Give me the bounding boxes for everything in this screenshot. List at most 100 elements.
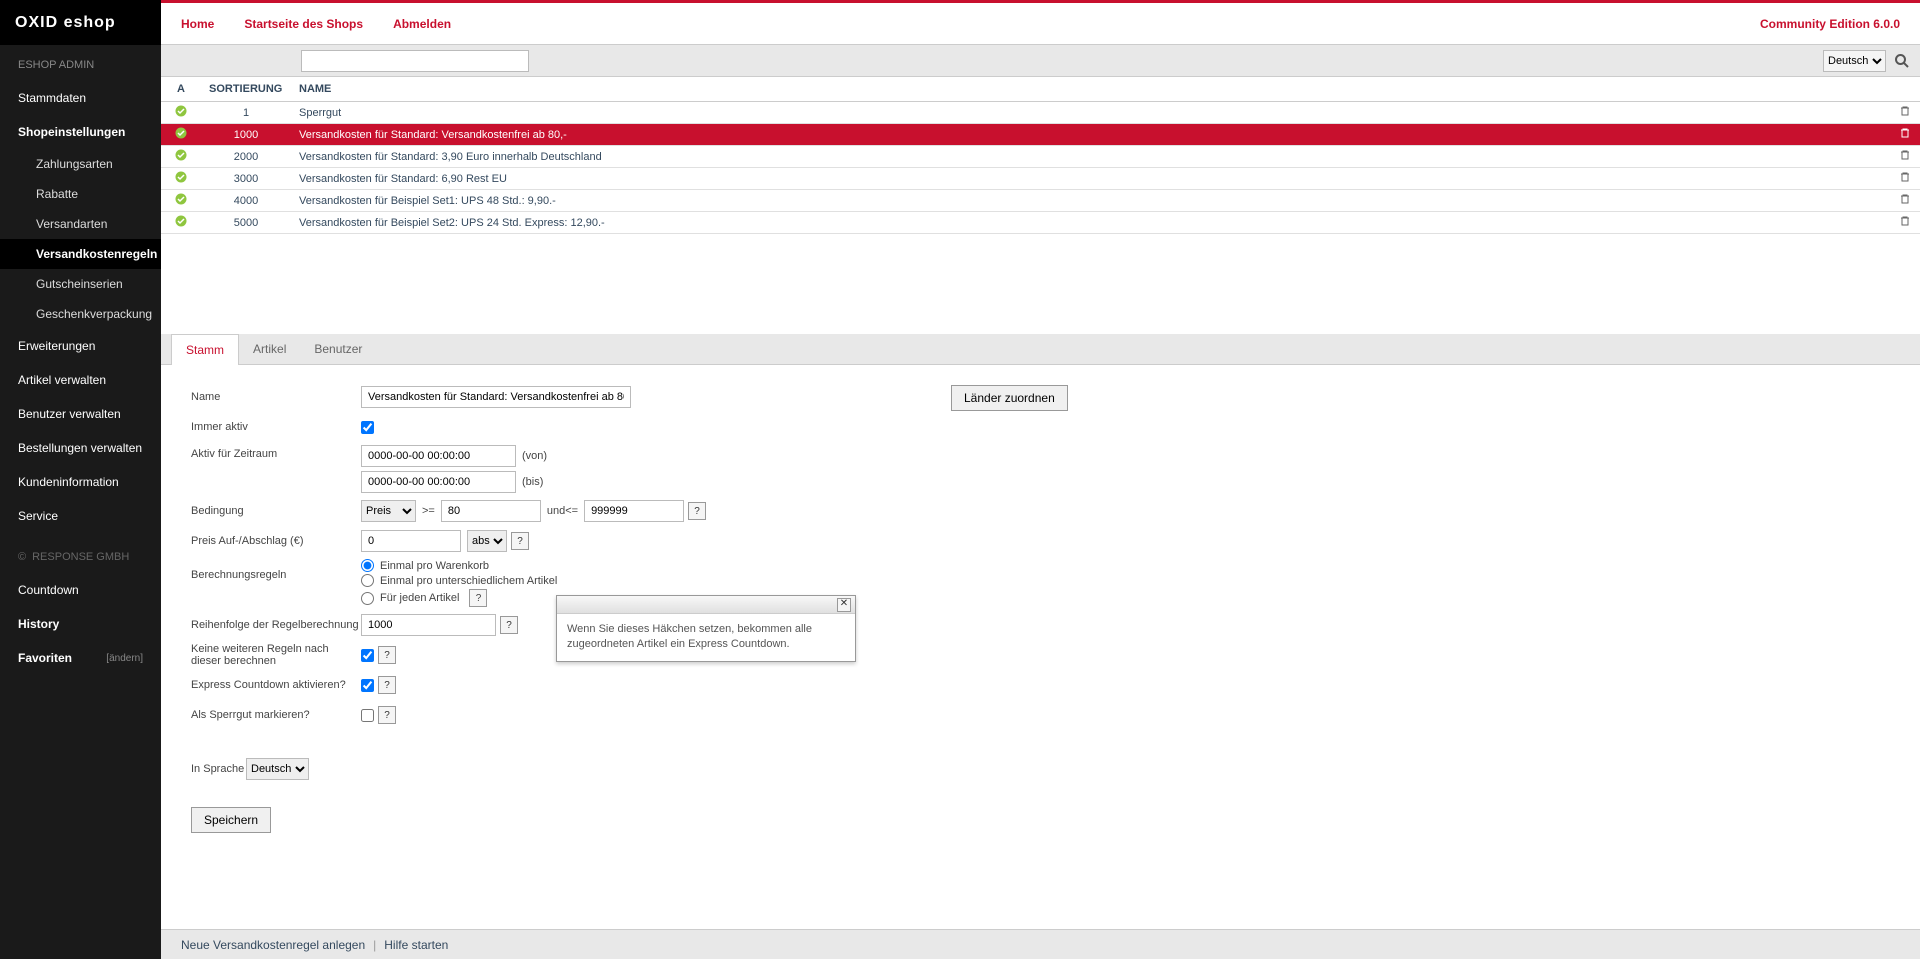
label-name: Name bbox=[191, 391, 361, 403]
tab-stamm[interactable]: Stamm bbox=[171, 334, 239, 365]
filter-name-input[interactable] bbox=[301, 50, 529, 72]
cell-name: Versandkosten für Beispiel Set1: UPS 48 … bbox=[291, 190, 1890, 212]
input-active-to[interactable] bbox=[361, 471, 516, 493]
assign-countries-button[interactable]: Länder zuordnen bbox=[951, 385, 1068, 411]
select-language[interactable]: Deutsch bbox=[246, 758, 309, 780]
tooltip-close-button[interactable]: ✕ bbox=[837, 598, 851, 612]
table-row[interactable]: 1000Versandkosten für Standard: Versandk… bbox=[161, 124, 1920, 146]
checkbox-always-active[interactable] bbox=[361, 421, 374, 434]
sidebar-kundeninformation[interactable]: Kundeninformation bbox=[0, 465, 161, 499]
radio-per-cart[interactable] bbox=[361, 559, 374, 572]
sidebar-bestellungen-verwalten[interactable]: Bestellungen verwalten bbox=[0, 431, 161, 465]
label-gte: >= bbox=[422, 505, 435, 517]
col-active[interactable]: A bbox=[161, 77, 201, 102]
input-surcharge[interactable] bbox=[361, 530, 461, 552]
radio-per-unique-article[interactable] bbox=[361, 574, 374, 587]
sidebar-artikel-verwalten[interactable]: Artikel verwalten bbox=[0, 363, 161, 397]
label-order: Reihenfolge der Regelberechnung bbox=[191, 619, 361, 631]
language-select[interactable]: Deutsch bbox=[1823, 50, 1886, 72]
select-surcharge-unit[interactable]: abs bbox=[467, 530, 507, 552]
input-name[interactable] bbox=[361, 386, 631, 408]
sidebar-rabatte[interactable]: Rabatte bbox=[0, 179, 161, 209]
sidebar: OXID eshop ESHOP ADMIN Stammdaten Shopei… bbox=[0, 0, 161, 959]
sidebar-history[interactable]: History bbox=[0, 607, 161, 641]
label-condition: Bedingung bbox=[191, 505, 361, 517]
cell-name: Versandkosten für Standard: 6,90 Rest EU bbox=[291, 168, 1890, 190]
copyright: RESPONSE GMBH bbox=[0, 533, 161, 573]
tabs: Stamm Artikel Benutzer bbox=[161, 334, 1920, 365]
checkbox-no-further[interactable] bbox=[361, 649, 374, 662]
sidebar-service[interactable]: Service bbox=[0, 499, 161, 533]
fav-edit-link[interactable]: [ändern] bbox=[106, 653, 143, 664]
help-condition[interactable]: ? bbox=[688, 502, 706, 520]
help-order[interactable]: ? bbox=[500, 616, 518, 634]
table-row[interactable]: 4000Versandkosten für Beispiel Set1: UPS… bbox=[161, 190, 1920, 212]
help-calc[interactable]: ? bbox=[469, 589, 487, 607]
input-condition-to[interactable] bbox=[584, 500, 684, 522]
help-sperrgut[interactable]: ? bbox=[378, 706, 396, 724]
cell-name: Versandkosten für Beispiel Set2: UPS 24 … bbox=[291, 212, 1890, 234]
col-name[interactable]: NAME bbox=[291, 77, 1890, 102]
table-row[interactable]: 1Sperrgut bbox=[161, 102, 1920, 124]
delete-icon[interactable] bbox=[1899, 174, 1911, 186]
sidebar-geschenkverpackung[interactable]: Geschenkverpackung bbox=[0, 299, 161, 329]
label-sperrgut: Als Sperrgut markieren? bbox=[191, 709, 361, 721]
cell-sort: 1000 bbox=[201, 124, 291, 146]
sidebar-header: ESHOP ADMIN bbox=[0, 45, 161, 81]
cell-name: Versandkosten für Standard: Versandkoste… bbox=[291, 124, 1890, 146]
nav-shop-start[interactable]: Startseite des Shops bbox=[244, 17, 363, 31]
sidebar-gutscheinserien[interactable]: Gutscheinserien bbox=[0, 269, 161, 299]
label-to: (bis) bbox=[522, 476, 543, 488]
delete-icon[interactable] bbox=[1899, 152, 1911, 164]
help-express-countdown[interactable]: ? bbox=[378, 676, 396, 694]
sidebar-stammdaten[interactable]: Stammdaten bbox=[0, 81, 161, 115]
new-rule-link[interactable]: Neue Versandkostenregel anlegen bbox=[181, 938, 365, 952]
topbar: Home Startseite des Shops Abmelden Commu… bbox=[161, 0, 1920, 45]
active-icon bbox=[175, 193, 187, 205]
help-surcharge[interactable]: ? bbox=[511, 532, 529, 550]
sidebar-countdown[interactable]: Countdown bbox=[0, 573, 161, 607]
tooltip: ✕ Wenn Sie dieses Häkchen setzen, bekomm… bbox=[556, 595, 856, 662]
delete-icon[interactable] bbox=[1899, 108, 1911, 120]
active-icon bbox=[175, 149, 187, 161]
sidebar-versandkostenregeln[interactable]: Versandkostenregeln bbox=[0, 239, 161, 269]
rules-table: A SORTIERUNG NAME 1Sperrgut1000Versandko… bbox=[161, 77, 1920, 234]
radio-per-article[interactable] bbox=[361, 592, 374, 605]
delete-icon[interactable] bbox=[1899, 130, 1911, 142]
sidebar-shopeinstellungen[interactable]: Shopeinstellungen bbox=[0, 115, 161, 149]
input-condition-from[interactable] bbox=[441, 500, 541, 522]
logo[interactable]: OXID eshop bbox=[0, 0, 161, 45]
edition-label: Community Edition 6.0.0 bbox=[1760, 17, 1900, 31]
active-icon bbox=[175, 127, 187, 139]
checkbox-express-countdown[interactable] bbox=[361, 679, 374, 692]
filterbar: Deutsch bbox=[161, 45, 1920, 77]
nav-home[interactable]: Home bbox=[181, 17, 214, 31]
sidebar-benutzer-verwalten[interactable]: Benutzer verwalten bbox=[0, 397, 161, 431]
help-start-link[interactable]: Hilfe starten bbox=[384, 938, 448, 952]
cell-sort: 3000 bbox=[201, 168, 291, 190]
search-icon[interactable] bbox=[1894, 53, 1910, 69]
cell-sort: 5000 bbox=[201, 212, 291, 234]
help-no-further[interactable]: ? bbox=[378, 646, 396, 664]
sidebar-erweiterungen[interactable]: Erweiterungen bbox=[0, 329, 161, 363]
tab-artikel[interactable]: Artikel bbox=[239, 334, 300, 364]
table-row[interactable]: 2000Versandkosten für Standard: 3,90 Eur… bbox=[161, 146, 1920, 168]
input-order[interactable] bbox=[361, 614, 496, 636]
delete-icon[interactable] bbox=[1899, 218, 1911, 230]
table-row[interactable]: 5000Versandkosten für Beispiel Set2: UPS… bbox=[161, 212, 1920, 234]
sidebar-versandarten[interactable]: Versandarten bbox=[0, 209, 161, 239]
select-condition-type[interactable]: Preis bbox=[361, 500, 416, 522]
tab-benutzer[interactable]: Benutzer bbox=[300, 334, 376, 364]
sidebar-favoriten[interactable]: Favoriten bbox=[18, 651, 72, 665]
nav-logout[interactable]: Abmelden bbox=[393, 17, 451, 31]
delete-icon[interactable] bbox=[1899, 196, 1911, 208]
tooltip-text: Wenn Sie dieses Häkchen setzen, bekommen… bbox=[557, 614, 855, 661]
input-active-from[interactable] bbox=[361, 445, 516, 467]
table-row[interactable]: 3000Versandkosten für Standard: 6,90 Res… bbox=[161, 168, 1920, 190]
label-express-countdown: Express Countdown aktivieren? bbox=[191, 679, 361, 691]
sidebar-zahlungsarten[interactable]: Zahlungsarten bbox=[0, 149, 161, 179]
col-sort[interactable]: SORTIERUNG bbox=[201, 77, 291, 102]
checkbox-sperrgut[interactable] bbox=[361, 709, 374, 722]
save-button[interactable]: Speichern bbox=[191, 807, 271, 833]
cell-name: Versandkosten für Standard: 3,90 Euro in… bbox=[291, 146, 1890, 168]
